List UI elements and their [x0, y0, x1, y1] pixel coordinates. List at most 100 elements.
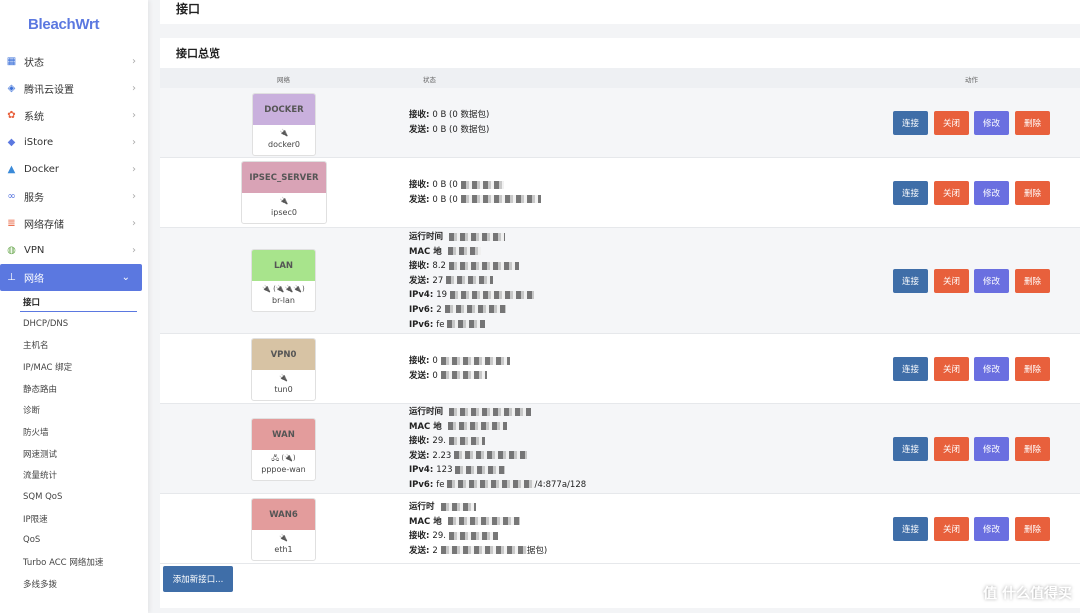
interface-name: WAN6	[252, 499, 315, 530]
status-key: 运行时	[409, 502, 435, 512]
subnav-item-1[interactable]: DHCP/DNS	[0, 313, 148, 335]
interface-card[interactable]: WAN6 🔌 eth1	[251, 498, 316, 561]
nav-item-8[interactable]: ⊥ 网络 ⌄	[0, 264, 142, 291]
status-line: IPv4: 123	[409, 463, 586, 478]
status-key: IPv4:	[409, 465, 434, 476]
status-key: 发送:	[409, 450, 430, 461]
delete-button[interactable]: 删除	[1015, 357, 1050, 381]
nav-item-3[interactable]: ◆ iStore ›	[0, 129, 148, 156]
connect-button[interactable]: 连接	[893, 111, 928, 135]
subnav-item-6[interactable]: 防火墙	[0, 421, 148, 443]
subnav-item-3[interactable]: IP/MAC 绑定	[0, 356, 148, 378]
status-value: 123	[436, 465, 453, 476]
chevron-right-icon: ›	[132, 56, 136, 67]
subnav-item-12[interactable]: Turbo ACC 网络加速	[0, 551, 148, 573]
nav-item-label: iStore	[24, 137, 54, 148]
delete-button[interactable]: 删除	[1015, 517, 1050, 541]
connect-button[interactable]: 连接	[893, 181, 928, 205]
connect-button[interactable]: 连接	[893, 269, 928, 293]
nav-item-label: 状态	[24, 58, 44, 69]
chevron-right-icon: ›	[132, 191, 136, 202]
close-button[interactable]: 关闭	[934, 181, 969, 205]
redacted-value	[450, 290, 535, 299]
docker-icon: ▲	[7, 164, 16, 175]
subnav-item-4[interactable]: 静态路由	[0, 378, 148, 400]
redacted-value	[449, 232, 506, 241]
status-value-tail: /4:877a/128	[534, 479, 587, 490]
globe-icon: ◍	[7, 245, 16, 256]
delete-button[interactable]: 删除	[1015, 111, 1050, 135]
edit-button[interactable]: 修改	[974, 357, 1009, 381]
subnav-item-13[interactable]: 多线多拨	[0, 573, 148, 595]
status-value: 19	[436, 290, 448, 301]
subnav-list: 接口 DHCP/DNS 主机名 IP/MAC 绑定 静态路由 诊断 防火墙 网速测试 流量统计 S…	[0, 291, 148, 595]
add-interface-button[interactable]: 添加新接口...	[163, 566, 233, 592]
subnav-item-11[interactable]: QoS	[0, 530, 148, 552]
edit-button[interactable]: 修改	[974, 181, 1009, 205]
interfaces-panel: 接口总览 网络 状态 动作 DOCKER 🔌 docker0 接收: 0 B (0 数据…	[160, 38, 1080, 608]
edit-button[interactable]: 修改	[974, 437, 1009, 461]
connect-button[interactable]: 连接	[893, 517, 928, 541]
close-button[interactable]: 关闭	[934, 269, 969, 293]
bottom-bar	[160, 608, 1080, 613]
delete-button[interactable]: 删除	[1015, 437, 1050, 461]
interface-card[interactable]: LAN 🔌 (🔌🔌🔌) br-lan	[251, 249, 316, 312]
edit-button[interactable]: 修改	[974, 517, 1009, 541]
interface-device: 🔌 docker0	[253, 125, 315, 155]
status-value: 27	[432, 275, 444, 286]
subnav-item-7[interactable]: 网速测试	[0, 443, 148, 465]
status-value: 0 B (0 数据包)	[432, 110, 490, 120]
edit-button[interactable]: 修改	[974, 111, 1009, 135]
interface-status: 接收: 0 发送: 0	[409, 354, 510, 383]
close-button[interactable]: 关闭	[934, 437, 969, 461]
delete-button[interactable]: 删除	[1015, 181, 1050, 205]
chevron-right-icon: ›	[132, 137, 136, 148]
status-line: 运行时	[409, 500, 547, 515]
status-line: 运行时间	[409, 405, 586, 420]
close-button[interactable]: 关闭	[934, 517, 969, 541]
interface-card[interactable]: WAN 🖧 (🔌) pppoe-wan	[251, 418, 316, 481]
connect-button[interactable]: 连接	[893, 437, 928, 461]
status-line: IPv4: 19	[409, 288, 535, 303]
subnav-item-8[interactable]: 流量统计	[0, 465, 148, 487]
status-value: 0	[432, 356, 438, 366]
logo[interactable]: BleachWrt	[0, 0, 148, 48]
status-key: MAC 地	[409, 421, 442, 432]
connect-button[interactable]: 连接	[893, 357, 928, 381]
status-value: 29.	[432, 531, 446, 542]
status-line: 运行时间	[409, 230, 534, 245]
subnav-item-5[interactable]: 诊断	[0, 399, 148, 421]
nav-item-4[interactable]: ▲ Docker ›	[0, 156, 148, 183]
status-value: 29.	[432, 436, 446, 447]
interface-card[interactable]: IPSEC_SERVER 🔌 ipsec0	[241, 161, 327, 224]
redacted-value	[446, 276, 494, 285]
close-button[interactable]: 关闭	[934, 357, 969, 381]
status-key: 接收:	[409, 436, 430, 447]
delete-button[interactable]: 删除	[1015, 269, 1050, 293]
interface-card[interactable]: DOCKER 🔌 docker0	[252, 93, 316, 156]
status-line: 接收: 29.	[409, 434, 586, 449]
subnav-item-2[interactable]: 主机名	[0, 334, 148, 356]
close-button[interactable]: 关闭	[934, 111, 969, 135]
nav-item-5[interactable]: ∞ 服务 ›	[0, 183, 148, 210]
nav-item-2[interactable]: ✿ 系统 ›	[0, 102, 148, 129]
nav-item-7[interactable]: ◍ VPN ›	[0, 237, 148, 264]
gear-icon: ✿	[7, 110, 16, 121]
redacted-value	[460, 180, 504, 189]
nav-item-label: Docker	[24, 164, 60, 175]
table-row: WAN6 🔌 eth1 运行时 MAC 地接收: 29. 发送: 2 据包) 连接 关闭 修改 删除	[160, 494, 1080, 564]
edit-button[interactable]: 修改	[974, 269, 1009, 293]
status-key: 运行时间	[409, 232, 444, 242]
status-key: IPv6:	[409, 479, 434, 490]
subnav-item-9[interactable]: SQM QoS	[0, 486, 148, 508]
redacted-value	[447, 480, 535, 489]
status-line: 发送: 0 B (0 数据包)	[409, 123, 489, 138]
subnav-item-0[interactable]: 接口	[0, 291, 148, 313]
subnav-item-10[interactable]: IP限速	[0, 508, 148, 530]
link-icon: ∞	[7, 191, 16, 202]
redacted-value	[447, 422, 507, 431]
nav-item-1[interactable]: ◈ 腾讯云设置 ›	[0, 75, 148, 102]
nav-item-6[interactable]: ≣ 网络存储 ›	[0, 210, 148, 237]
interface-card[interactable]: VPN0 🔌 tun0	[251, 338, 316, 401]
nav-item-0[interactable]: ▦ 状态 ›	[0, 48, 148, 75]
